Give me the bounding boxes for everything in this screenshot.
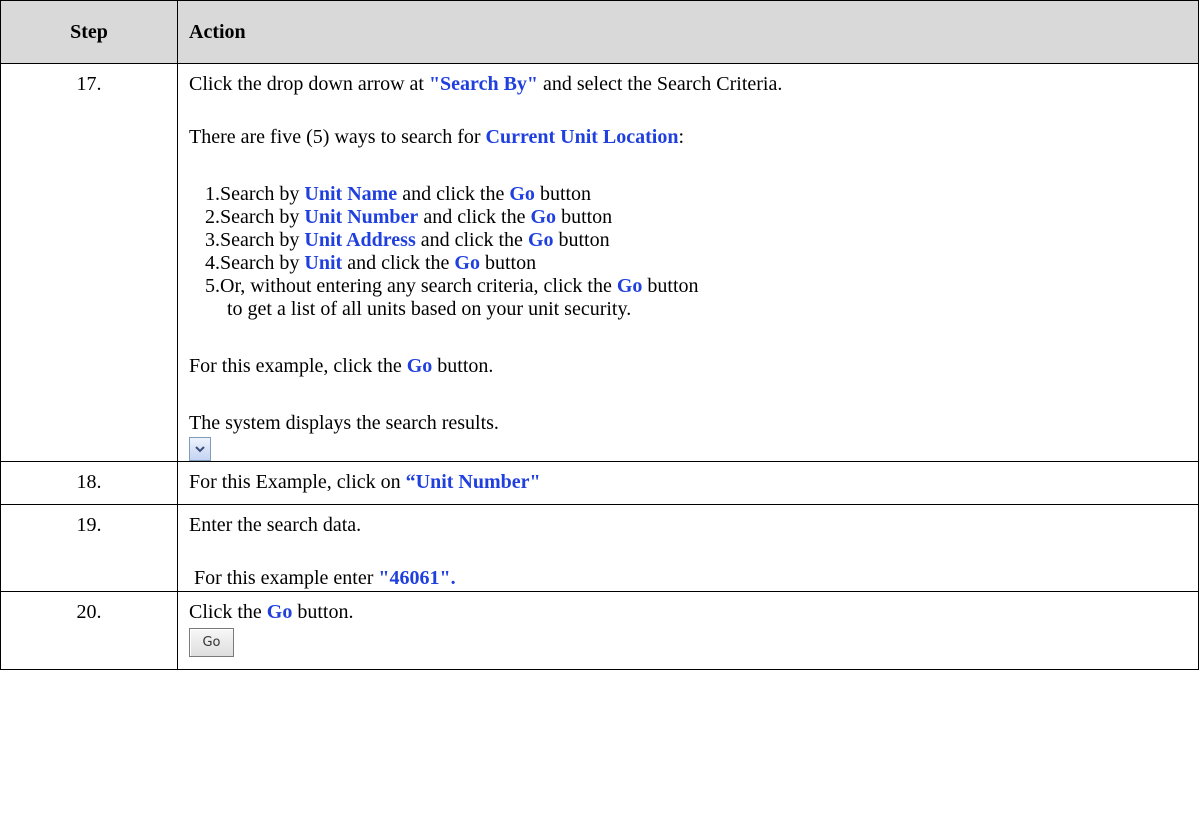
step-column-header: Step: [0, 0, 178, 64]
list-item: 5.Or, without entering any search criter…: [205, 275, 699, 297]
step-number: 20.: [0, 591, 178, 670]
action-column-header: Action: [177, 0, 1199, 64]
search-by-dropdown-button[interactable]: [189, 437, 211, 461]
go-button[interactable]: Go: [189, 628, 234, 657]
ways-text: There are five (5) ways to search for Cu…: [189, 126, 685, 148]
list-item-continuation: to get a list of all units based on your…: [227, 298, 632, 320]
step-number: 19.: [0, 504, 178, 592]
example-text: For this example, click the Go button.: [189, 355, 494, 377]
table-row: 17. Click the drop down arrow at "Search…: [0, 63, 1199, 462]
instruction-text: Click the drop down arrow at "Search By"…: [189, 73, 783, 95]
action-cell: Click the Go button. Go: [177, 591, 1199, 670]
table-row: 18. For this Example, click on “Unit Num…: [0, 461, 1199, 505]
list-item: 3.Search by Unit Address and click the G…: [205, 229, 610, 251]
action-cell: For this Example, click on “Unit Number": [177, 461, 1199, 505]
table-header-row: Step Action: [0, 0, 1199, 64]
chevron-down-icon: [195, 446, 205, 453]
list-item: 1.Search by Unit Name and click the Go b…: [205, 183, 592, 205]
step-number: 18.: [0, 461, 178, 505]
table-row: 19. Enter the search data. For this exam…: [0, 504, 1199, 592]
action-cell: Enter the search data. For this example …: [177, 504, 1199, 592]
table-row: 20. Click the Go button. Go: [0, 591, 1199, 670]
step-number: 17.: [0, 63, 178, 462]
action-cell: Click the drop down arrow at "Search By"…: [177, 63, 1199, 462]
result-text: The system displays the search results.: [189, 412, 499, 434]
search-methods-list: 1.Search by Unit Name and click the Go b…: [189, 183, 1198, 321]
list-item: 4.Search by Unit and click the Go button: [205, 252, 537, 274]
procedure-table: Step Action 17. Click the drop down arro…: [0, 0, 1199, 670]
list-item: 2.Search by Unit Number and click the Go…: [205, 206, 613, 228]
